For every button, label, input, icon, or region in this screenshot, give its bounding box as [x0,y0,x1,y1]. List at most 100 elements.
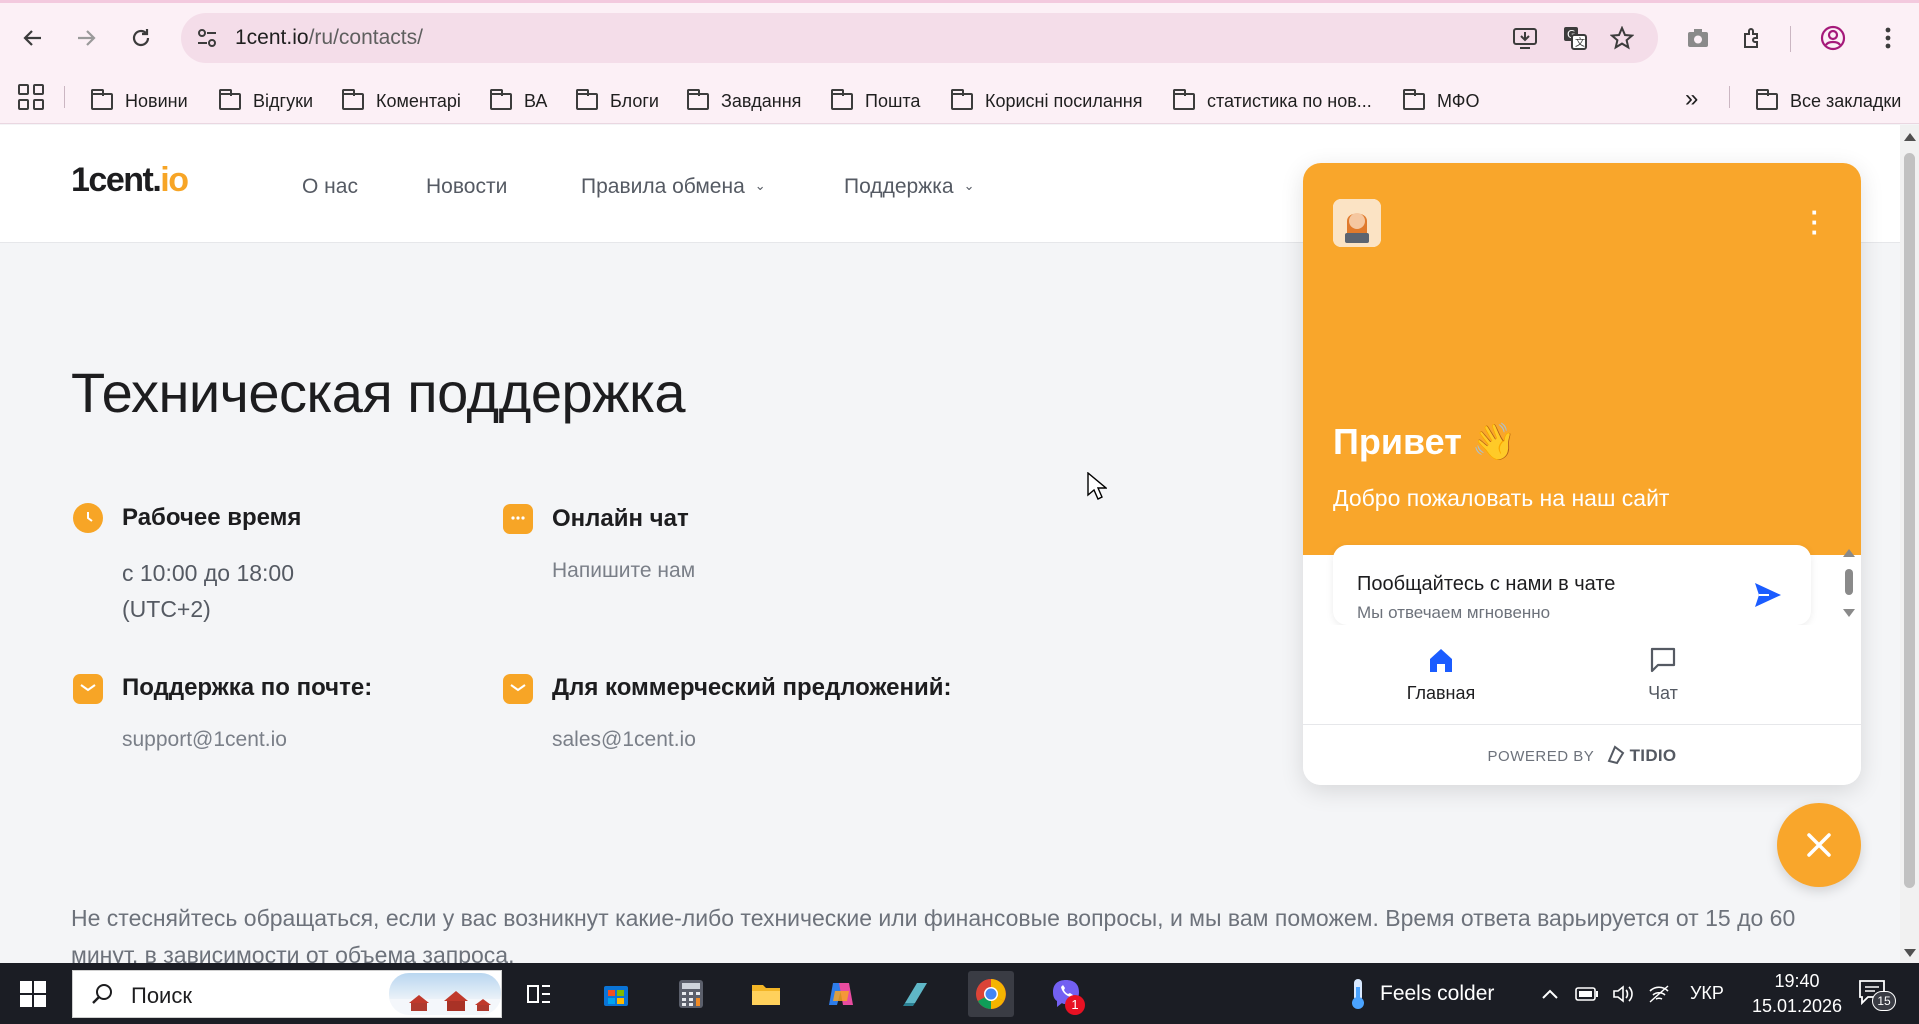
taskbar-search-placeholder: Поиск [131,983,192,1008]
extensions-icon[interactable] [1735,20,1771,56]
chrome-taskbar-icon[interactable] [968,971,1014,1017]
start-chat-card[interactable]: Пообщайтесь с нами в чате Мы отвечаем мг… [1333,545,1811,625]
bookmark-folder[interactable]: Відгуки [219,88,313,114]
chat-tab-home[interactable]: Главная [1371,645,1511,704]
bookmark-label: Коментарі [376,90,461,111]
nav-news-label: Новости [426,175,508,198]
bookmark-label: МФО [1437,90,1480,111]
bookmark-label: Новини [125,90,188,111]
scroll-up-arrow-icon[interactable] [1904,133,1916,141]
chat-scrollbar[interactable] [1841,545,1857,625]
powered-by-tidio[interactable]: POWERED BY TIDIO [1303,745,1861,766]
close-icon [1807,833,1831,857]
folder-icon [1173,88,1195,110]
battery-icon[interactable] [1575,963,1599,1024]
calculator-icon[interactable] [668,971,714,1017]
bookmark-folder[interactable]: статистика по нов... [1173,88,1372,114]
viber-badge: 1 [1065,995,1085,1015]
microsoft-store-icon[interactable] [593,971,639,1017]
profile-icon[interactable] [1815,20,1851,56]
more-bookmarks-button[interactable]: » [1685,85,1699,112]
input-language-indicator[interactable]: УКР [1690,963,1724,1024]
email-support-label: Поддержка по почте: [122,674,373,701]
url-text[interactable]: 1cent.io/ru/contacts/ [235,26,423,50]
chat-tab-chat[interactable]: Чат [1593,645,1733,704]
notification-center-button[interactable]: 15 [1858,979,1898,1011]
bookmark-label: ВА [524,90,548,111]
bookmark-folder[interactable]: Коментарі [342,88,461,114]
nav-about-label: О нас [302,175,358,198]
weather-widget[interactable]: Feels colder [1348,963,1494,1024]
scroll-down-arrow-icon[interactable] [1904,949,1916,957]
nav-news[interactable]: Новости [426,175,507,199]
copilot-icon[interactable] [818,971,864,1017]
svg-text:文: 文 [1575,36,1585,49]
url-path: /ru/contacts/ [308,26,423,49]
site-info-icon[interactable] [195,26,219,50]
search-highlight-image [389,973,501,1015]
folder-icon [1403,88,1425,110]
more-bookmarks-icon: » [1685,85,1699,112]
logo-text: 1cent. [71,161,162,199]
back-button[interactable] [15,20,51,56]
nav-support[interactable]: Поддержка ⌄ [844,175,974,199]
translate-icon[interactable]: G文 [1562,25,1588,51]
notepad-icon[interactable] [893,971,939,1017]
chat-options-icon[interactable]: · · · [1803,199,1827,245]
chat-header: · · · Привет 👋 Добро пожаловать на наш сай… [1303,163,1861,555]
scrollbar-thumb[interactable] [1904,153,1915,888]
url-domain: 1cent.io [235,26,309,49]
mouse-cursor-icon [1087,471,1108,500]
browser-menu-icon[interactable] [1870,20,1906,56]
reload-button[interactable] [123,20,159,56]
bookmark-star-icon[interactable] [1609,25,1635,51]
site-logo[interactable]: 1cent.io [71,161,189,200]
chat-tab-chat-label: Чат [1648,683,1678,703]
taskbar-clock[interactable]: 19:40 15.01.2026 [1742,969,1852,1019]
show-hidden-icons[interactable] [1541,963,1559,1024]
commercial-label: Для коммерческий предложений: [552,674,952,701]
task-view-icon[interactable] [516,971,562,1017]
network-icon[interactable] [1648,963,1670,1024]
bookmark-folder[interactable]: Корисні посилання [951,88,1142,114]
logo-accent-text: io [160,161,189,199]
bookmark-label: Корисні посилання [985,90,1143,111]
online-chat-link[interactable]: Напишите нам [552,553,695,589]
mail-icon [73,674,103,704]
folder-icon [831,88,853,110]
nav-exchange-rules[interactable]: Правила обмена ⌄ [581,175,766,199]
working-hours-line: с 10:00 до 18:00 [122,560,294,586]
bookmark-folder[interactable]: Пошта [831,88,920,114]
nav-about[interactable]: О нас [302,175,358,199]
bookmark-folder[interactable]: Завдання [687,88,801,114]
volume-icon[interactable] [1612,963,1634,1024]
bookmark-folder[interactable]: МФО [1403,88,1479,114]
forward-button[interactable] [68,20,104,56]
viber-icon[interactable]: 1 [1043,971,1089,1017]
windows-start-icon[interactable] [20,981,46,1007]
page-scrollbar[interactable] [1900,125,1919,963]
windows-taskbar: Поиск 1 Feels colder УКР 19:40 15.01.202… [0,963,1919,1024]
bookmark-folder[interactable]: Новини [91,88,188,114]
address-bar[interactable]: 1cent.io/ru/contacts/ G文 [181,13,1658,63]
apps-grid-icon[interactable] [18,84,44,110]
browser-toolbar: 1cent.io/ru/contacts/ G文 [0,0,1919,78]
chat-widget: · · · Привет 👋 Добро пожаловать на наш сай… [1303,163,1861,785]
notification-count-badge: 15 [1872,991,1896,1011]
bookmark-folder[interactable]: ВА [490,88,547,114]
bookmark-folder[interactable]: Блоги [576,88,659,114]
all-bookmarks-button[interactable]: Все закладки [1756,88,1901,114]
send-icon[interactable] [1753,581,1783,611]
file-explorer-icon[interactable] [743,971,789,1017]
close-chat-button[interactable] [1777,803,1861,887]
folder-icon [576,88,598,110]
sales-email-link[interactable]: sales@1cent.io [552,722,696,758]
chat-tab-home-label: Главная [1406,683,1476,703]
screenshot-icon[interactable] [1680,20,1716,56]
install-app-icon[interactable] [1512,25,1538,51]
support-email-link[interactable]: support@1cent.io [122,722,287,758]
language-text: УКР [1690,983,1724,1003]
search-icon [92,984,112,1004]
agent-avatar [1333,199,1381,247]
taskbar-search[interactable]: Поиск [72,970,502,1018]
